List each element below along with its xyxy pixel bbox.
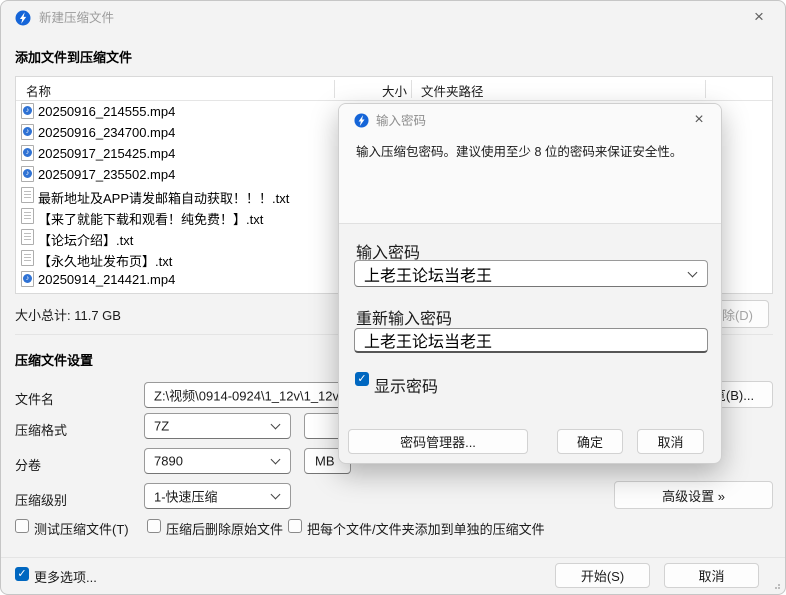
column-divider xyxy=(411,80,412,98)
total-size-label: 大小总计: 11.7 GB xyxy=(15,305,121,324)
password-manager-button[interactable]: 密码管理器... xyxy=(348,429,528,454)
filename-label: 文件名 xyxy=(15,389,54,408)
format-select[interactable]: 7Z xyxy=(144,413,291,439)
level-label: 压缩级别 xyxy=(15,490,67,509)
file-name: 20250914_214421.mp4 xyxy=(38,272,175,287)
password-dialog: 输入密码 × 输入压缩包密码。建议使用至少 8 位的密码来保证安全性。 输入密码… xyxy=(338,103,722,464)
file-icon xyxy=(21,187,34,203)
confirm-password-input[interactable]: 上老王论坛当老王 xyxy=(354,328,708,353)
separate-archives-label: 把每个文件/文件夹添加到单独的压缩文件 xyxy=(307,519,545,538)
file-icon xyxy=(21,103,34,119)
window-title: 新建压缩文件 xyxy=(39,10,114,26)
delete-after-label: 压缩后删除原始文件 xyxy=(166,519,283,538)
start-button[interactable]: 开始(S) xyxy=(555,563,650,588)
more-options-checkbox[interactable] xyxy=(15,567,29,581)
section-heading-add-files: 添加文件到压缩文件 xyxy=(15,47,132,66)
file-icon xyxy=(21,166,34,182)
cancel-button[interactable]: 取消 xyxy=(664,563,759,588)
delete-after-checkbox[interactable] xyxy=(147,519,161,533)
dialog-title: 输入密码 xyxy=(376,113,426,129)
file-name: 【永久地址发布页】.txt xyxy=(38,251,172,270)
bandizip-bolt-icon xyxy=(354,113,369,128)
dialog-cancel-button[interactable]: 取消 xyxy=(637,429,704,454)
column-header-path[interactable]: 文件夹路径 xyxy=(421,81,484,100)
separate-archives-checkbox[interactable] xyxy=(288,519,302,533)
file-name: 20250917_215425.mp4 xyxy=(38,146,175,161)
file-name: 20250916_234700.mp4 xyxy=(38,125,175,140)
dialog-divider xyxy=(339,223,721,224)
file-list-header: 名称 大小 文件夹路径 xyxy=(16,77,772,101)
password-input[interactable]: 上老王论坛当老王 xyxy=(354,260,708,287)
file-name: 【论坛介绍】.txt xyxy=(38,230,133,249)
format-label: 压缩格式 xyxy=(15,420,67,439)
show-password-checkbox[interactable] xyxy=(355,372,369,386)
column-header-size[interactable]: 大小 xyxy=(334,81,407,100)
chevron-down-icon xyxy=(688,267,698,277)
file-name: 20250916_214555.mp4 xyxy=(38,104,175,119)
file-name: 【来了就能下载和观看！纯免费！】.txt xyxy=(38,209,263,228)
dialog-close-icon[interactable]: × xyxy=(686,107,712,133)
title-bar: 新建压缩文件 × xyxy=(1,1,785,37)
column-header-name[interactable]: 名称 xyxy=(26,81,51,100)
test-archive-label: 测试压缩文件(T) xyxy=(34,519,129,538)
file-icon xyxy=(21,208,34,224)
column-divider xyxy=(334,80,335,98)
window-close-icon[interactable]: × xyxy=(745,3,773,31)
chevron-down-icon xyxy=(271,420,281,430)
column-divider xyxy=(705,80,706,98)
advanced-settings-button[interactable]: 高级设置 » xyxy=(614,481,773,509)
section-heading-settings: 压缩文件设置 xyxy=(15,350,93,369)
file-icon xyxy=(21,250,34,266)
file-icon xyxy=(21,124,34,140)
volume-select[interactable]: 7890 xyxy=(144,448,291,474)
file-name: 20250917_235502.mp4 xyxy=(38,167,175,182)
ok-button[interactable]: 确定 xyxy=(557,429,623,454)
file-icon xyxy=(21,145,34,161)
test-archive-checkbox[interactable] xyxy=(15,519,29,533)
file-name: 最新地址及APP请发邮箱自动获取！！！.txt xyxy=(38,188,289,207)
dialog-description: 输入压缩包密码。建议使用至少 8 位的密码来保证安全性。 xyxy=(356,141,682,160)
show-password-label: 显示密码 xyxy=(374,373,438,397)
chevron-down-icon xyxy=(271,490,281,500)
more-options-label: 更多选项... xyxy=(34,567,97,586)
footer-divider xyxy=(1,557,786,558)
volume-label: 分卷 xyxy=(15,455,41,474)
level-select[interactable]: 1-快速压缩 xyxy=(144,483,291,509)
bandizip-bolt-icon xyxy=(15,10,31,26)
file-icon xyxy=(21,271,34,287)
file-icon xyxy=(21,229,34,245)
chevron-down-icon xyxy=(271,455,281,465)
confirm-password-label: 重新输入密码 xyxy=(356,305,452,329)
